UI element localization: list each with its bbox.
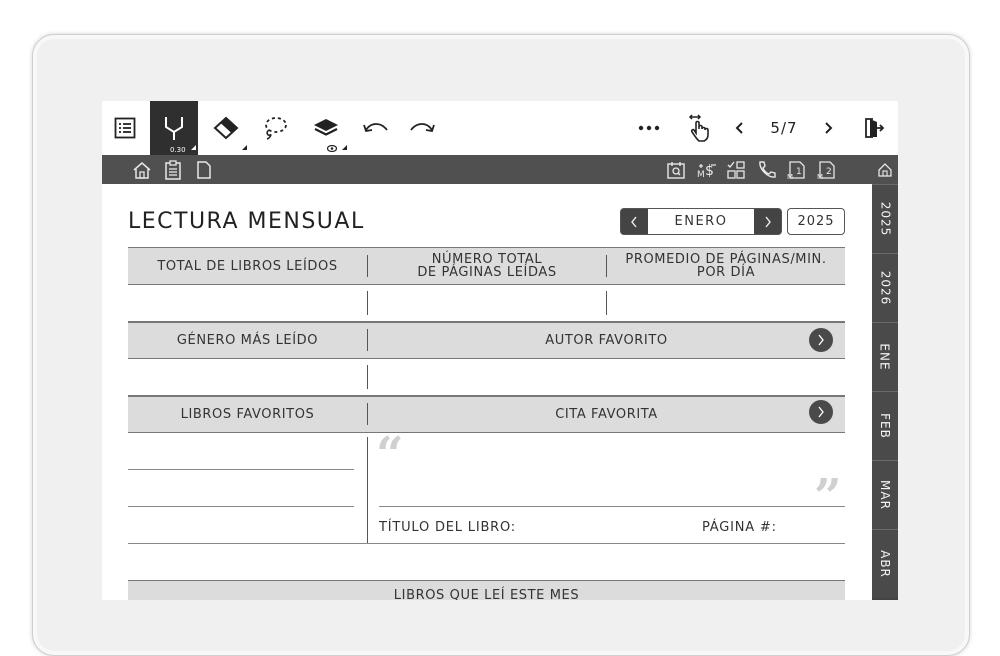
open-quote-mark: “	[376, 427, 404, 483]
books-read-label: LIBROS QUE LEÍ ESTE MES	[393, 588, 580, 600]
svg-text:M: M	[697, 170, 705, 180]
total-pages-label: NÚMERO TOTAL DE PÁGINAS LEÍDAS	[417, 252, 557, 280]
side-home-tab[interactable]	[872, 155, 898, 184]
favorite-books-label: LIBROS FAVORITOS	[180, 407, 315, 422]
divider	[367, 329, 368, 351]
next-page-button[interactable]	[816, 101, 840, 155]
lasso-button[interactable]	[252, 101, 298, 155]
chevron-left-icon	[631, 216, 637, 227]
tab-abr[interactable]: ABR	[872, 529, 898, 598]
eraser-options-triangle	[242, 145, 247, 150]
divider	[367, 291, 368, 315]
more-icon	[638, 125, 660, 131]
favorite-quote-label: CITA FAVORITA	[555, 407, 658, 422]
svg-text:M: M	[787, 173, 793, 180]
next-month-button[interactable]	[755, 209, 781, 234]
close-quote-mark: ”	[814, 469, 842, 525]
layers-icon	[314, 119, 338, 136]
month-2-icon[interactable]: M 2	[816, 160, 836, 180]
month-1-icon[interactable]: M 1	[786, 160, 806, 180]
lasso-icon	[265, 117, 287, 140]
clipboard-icon[interactable]	[164, 160, 182, 180]
divider	[367, 365, 368, 389]
favorite-author-label: AUTOR FAVORITO	[545, 333, 668, 348]
chevron-right-icon	[818, 406, 824, 418]
favorites-header-row: LIBROS FAVORITOS CITA FAVORITA	[128, 396, 845, 433]
prev-month-button[interactable]	[621, 209, 647, 234]
home-small-icon	[878, 163, 892, 177]
quote-line[interactable]	[379, 506, 845, 507]
divider	[606, 291, 607, 315]
pen-options-triangle	[191, 145, 196, 150]
svg-text:M: M	[817, 173, 823, 180]
eraser-button[interactable]	[202, 101, 250, 155]
top-genre-label: GÉNERO MÁS LEÍDO	[176, 333, 319, 348]
eraser-icon	[213, 116, 239, 140]
chevron-left-icon	[735, 122, 743, 134]
list-icon	[114, 117, 136, 139]
divider	[606, 255, 607, 277]
home-icon[interactable]	[132, 160, 152, 180]
divider	[367, 403, 368, 425]
favorite-book-line[interactable]	[128, 506, 354, 507]
chevron-right-icon	[818, 334, 824, 346]
total-books-label: TOTAL DE LIBROS LEÍDOS	[157, 258, 338, 274]
page-indicator[interactable]: 5/7	[762, 101, 806, 155]
year-selector[interactable]: 2025	[787, 208, 845, 235]
pen-icon	[165, 117, 183, 140]
calendar-search-icon[interactable]	[666, 160, 686, 180]
genre-author-header-row: GÉNERO MÁS LEÍDO AUTOR FAVORITO	[128, 322, 845, 359]
undo-button[interactable]	[356, 101, 396, 155]
month-label[interactable]: ENERO	[648, 209, 754, 234]
page-title: LECTURA MENSUAL	[128, 209, 365, 234]
pen-tool-button[interactable]: 0.30	[150, 101, 198, 155]
average-pages-label: PROMEDIO DE PÁGINAS/MIN. POR DÍA	[625, 252, 827, 280]
redo-icon	[410, 123, 435, 133]
favorite-book-line[interactable]	[128, 469, 354, 470]
checklist-grid-icon[interactable]	[726, 160, 746, 180]
tab-2026[interactable]: 2026	[872, 253, 898, 322]
layers-button[interactable]	[302, 101, 350, 155]
chevron-right-icon	[825, 122, 833, 134]
money-tracker-icon[interactable]: M $	[696, 160, 718, 180]
favorite-quote-go-button[interactable]	[809, 400, 833, 424]
section-line	[128, 543, 845, 544]
book-title-label: TÍTULO DEL LIBRO:	[379, 520, 516, 535]
svg-text:2: 2	[826, 167, 832, 177]
tab-ene[interactable]: ENE	[872, 322, 898, 391]
swipe-gesture-button[interactable]	[680, 101, 720, 155]
layers-options-triangle	[342, 145, 347, 150]
exit-icon	[865, 118, 884, 138]
svg-text:1: 1	[796, 167, 802, 177]
phone-icon[interactable]	[756, 160, 776, 180]
redo-button[interactable]	[402, 101, 442, 155]
toolbar: 0.30 5/7	[102, 101, 898, 155]
eye-icon	[327, 145, 337, 152]
undo-icon	[363, 123, 388, 133]
hand-swipe-icon	[688, 114, 709, 142]
tab-2025[interactable]: 2025	[872, 184, 898, 253]
document-icon[interactable]	[196, 160, 212, 180]
document-nav-bar: M $ M 1 M 2	[102, 155, 872, 184]
favorite-author-go-button[interactable]	[809, 328, 833, 352]
side-tabs: 2025 2026 ENE FEB MAR ABR	[872, 184, 898, 600]
genre-author-value-row[interactable]	[128, 359, 845, 396]
books-read-header-row: LIBROS QUE LEÍ ESTE MES	[128, 580, 845, 600]
divider	[367, 437, 368, 543]
divider	[367, 255, 368, 277]
more-options-button[interactable]	[632, 101, 666, 155]
month-selector: ENERO	[620, 208, 782, 235]
page-number-label: PÁGINA #:	[702, 520, 777, 535]
stats-header-row: TOTAL DE LIBROS LEÍDOS NÚMERO TOTAL DE P…	[128, 247, 845, 285]
stats-value-row[interactable]	[128, 285, 845, 322]
tab-mar[interactable]: MAR	[872, 460, 898, 529]
toc-button[interactable]	[102, 101, 148, 155]
pen-size-label: 0.30	[170, 146, 186, 154]
exit-button[interactable]	[856, 101, 892, 155]
tab-feb[interactable]: FEB	[872, 391, 898, 460]
prev-page-button[interactable]	[728, 101, 752, 155]
screen: 0.30 5/7 M $ M 1 M 2 2025 2026 ENE FEB M…	[102, 101, 898, 600]
chevron-right-icon	[765, 216, 771, 227]
